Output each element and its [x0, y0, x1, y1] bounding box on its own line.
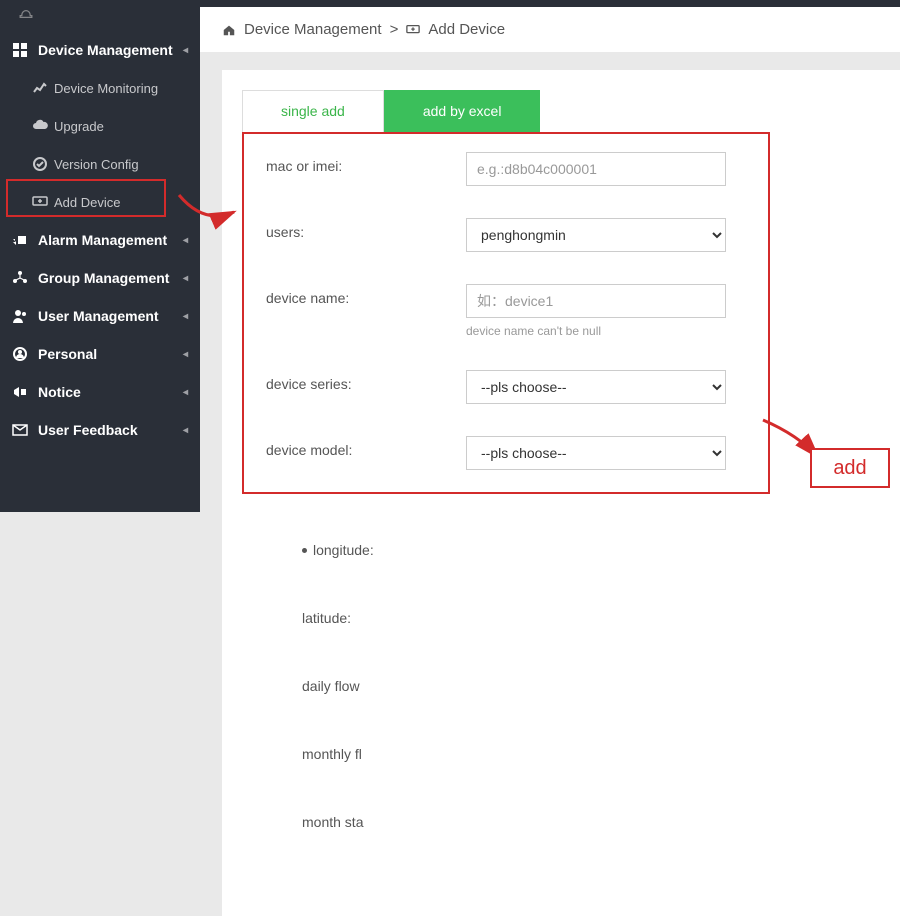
devicename-hint: device name can't be null — [466, 324, 726, 338]
model-label: device model: — [266, 436, 466, 458]
personal-icon — [12, 346, 38, 362]
form-row-model: device model: --pls choose-- — [266, 436, 746, 470]
sidebar: Device Management ◂ Device Monitoring Up… — [0, 7, 200, 512]
sidebar-item-alarm-management[interactable]: Alarm Management ◂ — [0, 221, 200, 259]
sidebar-item-label: Add Device — [54, 195, 120, 210]
add-device-icon — [32, 194, 54, 210]
sidebar-item-personal[interactable]: Personal ◂ — [0, 335, 200, 373]
sidebar-item-label: Upgrade — [54, 119, 104, 134]
right-monthly: monthly fl — [302, 720, 397, 788]
sidebar-item-user-feedback[interactable]: User Feedback ◂ — [0, 411, 200, 449]
sidebar-item-label: Alarm Management — [38, 232, 167, 248]
breadcrumb-sep: > — [390, 21, 399, 38]
feedback-icon — [12, 422, 38, 438]
sidebar-item-label: Personal — [38, 346, 97, 362]
sidebar-item-label: Device Management — [38, 42, 173, 58]
users-label: users: — [266, 218, 466, 240]
devicename-label: device name: — [266, 284, 466, 306]
breadcrumb-part1[interactable]: Device Management — [244, 21, 382, 38]
right-daily: daily flow — [302, 652, 397, 720]
sidebar-item-add-device[interactable]: Add Device — [0, 183, 200, 221]
tab-add-by-excel[interactable]: add by excel — [384, 90, 541, 132]
chevron-left-icon: ◂ — [183, 425, 188, 436]
sidebar-item-label: Version Config — [54, 157, 139, 172]
content: single add add by excel mac or imei: use… — [222, 70, 900, 916]
series-label: device series: — [266, 370, 466, 392]
form-row-mac: mac or imei: — [266, 152, 746, 186]
sidebar-item-version-config[interactable]: Version Config — [0, 145, 200, 183]
sidebar-item-upgrade[interactable]: Upgrade — [0, 107, 200, 145]
breadcrumb: Device Management > Add Device — [200, 7, 900, 52]
sidebar-logo — [0, 7, 200, 31]
devicename-input[interactable] — [466, 284, 726, 318]
sidebar-item-notice[interactable]: Notice ◂ — [0, 373, 200, 411]
mac-label: mac or imei: — [266, 152, 466, 174]
group-icon — [12, 270, 38, 286]
form-row-devicename: device name: device name can't be null — [266, 284, 746, 338]
grid-icon — [12, 42, 38, 58]
form-row-series: device series: --pls choose-- — [266, 370, 746, 404]
chevron-left-icon: ◂ — [183, 45, 188, 56]
sidebar-item-user-management[interactable]: User Management ◂ — [0, 297, 200, 335]
sidebar-item-label: Notice — [38, 384, 81, 400]
model-select[interactable]: --pls choose-- — [466, 436, 726, 470]
sidebar-item-label: Device Monitoring — [54, 81, 158, 96]
user-management-icon — [12, 308, 38, 324]
cloud-icon — [32, 118, 54, 134]
right-column: longitude: latitude: daily flow monthly … — [302, 494, 397, 856]
tabs: single add add by excel — [242, 90, 880, 132]
breadcrumb-part2: Add Device — [428, 21, 505, 38]
chevron-left-icon: ◂ — [183, 311, 188, 322]
main: Device Management > Add Device single ad… — [200, 7, 900, 512]
add-device-breadcrumb-icon — [406, 21, 420, 38]
notice-icon — [12, 384, 38, 400]
users-select[interactable]: penghongmin — [466, 218, 726, 252]
topbar — [0, 0, 900, 7]
alarm-icon — [12, 232, 38, 248]
sidebar-item-group-management[interactable]: Group Management ◂ — [0, 259, 200, 297]
annotation-add-label: add — [810, 448, 890, 488]
right-latitude: latitude: — [302, 584, 397, 652]
chevron-left-icon: ◂ — [183, 349, 188, 360]
sidebar-item-device-monitoring[interactable]: Device Monitoring — [0, 69, 200, 107]
form-highlight: mac or imei: users: penghongmin device n… — [242, 132, 770, 494]
sidebar-item-label: Group Management — [38, 270, 169, 286]
home-icon — [222, 21, 236, 38]
sidebar-item-label: User Feedback — [38, 422, 138, 438]
version-icon — [32, 156, 54, 172]
sidebar-item-device-management[interactable]: Device Management ◂ — [0, 31, 200, 69]
right-longitude: longitude: — [302, 516, 397, 584]
right-month-sta: month sta — [302, 788, 397, 856]
form-row-users: users: penghongmin — [266, 218, 746, 252]
sidebar-item-label: User Management — [38, 308, 159, 324]
chevron-left-icon: ◂ — [183, 235, 188, 246]
chevron-left-icon: ◂ — [183, 273, 188, 284]
chart-icon — [32, 80, 54, 96]
series-select[interactable]: --pls choose-- — [466, 370, 726, 404]
tab-single-add[interactable]: single add — [242, 90, 384, 132]
mac-input[interactable] — [466, 152, 726, 186]
chevron-left-icon: ◂ — [183, 387, 188, 398]
